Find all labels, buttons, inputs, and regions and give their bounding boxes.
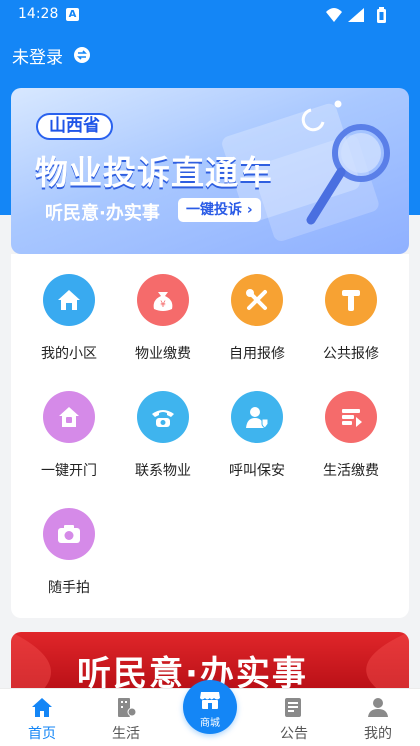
document-tab-icon (285, 698, 301, 717)
menu-item-snapshot[interactable]: 随手拍 (22, 508, 116, 600)
bill-pay-icon (325, 391, 377, 443)
status-time: 14:28 (18, 6, 59, 22)
cellular-signal-icon (348, 8, 364, 22)
menu-item-self-repair[interactable]: 自用报修 (210, 274, 304, 366)
menu-label: 我的小区 (41, 346, 97, 362)
one-click-complaint-button[interactable]: 一键投诉 › (178, 198, 261, 222)
battery-icon (377, 7, 386, 23)
tools-icon (231, 274, 283, 326)
swap-icon (74, 46, 91, 63)
menu-item-call-security[interactable]: 呼叫保安 (210, 391, 304, 483)
login-switch[interactable]: 未登录 (12, 43, 91, 68)
telephone-icon (137, 391, 189, 443)
tab-mine[interactable]: 我的 (336, 689, 420, 746)
menu-label: 随手拍 (48, 580, 90, 596)
security-guard-icon (231, 391, 283, 443)
user-tab-icon (368, 698, 388, 717)
menu-label: 一键开门 (41, 463, 97, 479)
menu-label: 联系物业 (135, 463, 191, 479)
wifi-icon (326, 8, 342, 22)
province-tag: 山西省 (36, 113, 113, 140)
menu-item-contact-property[interactable]: 联系物业 (116, 391, 210, 483)
svg-text:¥: ¥ (160, 300, 166, 310)
notification-a-icon: A (66, 8, 79, 21)
complaint-banner[interactable]: 山西省 物业投诉直通车 听民意·办实事 一键投诉 › (11, 88, 409, 254)
menu-item-open-door[interactable]: 一键开门 (22, 391, 116, 483)
login-status-label: 未登录 (12, 48, 63, 68)
menu-label: 公共报修 (323, 346, 379, 362)
tab-mall[interactable]: 商城 (183, 680, 237, 734)
service-menu: 我的小区 ¥ 物业缴费 自用报修 公共报修 一键开门 联系物业 呼叫保安 生活缴… (11, 254, 409, 618)
door-unlock-icon (43, 391, 95, 443)
building-tab-icon (118, 698, 137, 717)
menu-label: 呼叫保安 (229, 463, 285, 479)
banner-subtitle: 听民意·办实事 (45, 203, 160, 224)
menu-item-public-repair[interactable]: 公共报修 (304, 274, 398, 366)
money-bag-icon: ¥ (137, 274, 189, 326)
home-tab-icon (32, 698, 52, 717)
menu-item-utility-payment[interactable]: 生活缴费 (304, 391, 398, 483)
store-icon (200, 692, 220, 709)
tab-label: 生活 (112, 726, 140, 742)
tab-life[interactable]: 生活 (84, 689, 168, 746)
menu-label: 自用报修 (229, 346, 285, 362)
tab-notice[interactable]: 公告 (252, 689, 336, 746)
tab-label: 我的 (364, 726, 392, 742)
tab-home[interactable]: 首页 (0, 689, 84, 746)
menu-item-property-fee[interactable]: ¥ 物业缴费 (116, 274, 210, 366)
status-bar: 14:28 A (0, 0, 420, 30)
camera-icon (43, 508, 95, 560)
home-icon (43, 274, 95, 326)
hammer-icon (325, 274, 377, 326)
banner-title: 物业投诉直通车 (35, 153, 273, 192)
tab-label: 首页 (28, 726, 56, 742)
tab-label: 商城 (200, 718, 220, 729)
menu-item-my-community[interactable]: 我的小区 (22, 274, 116, 366)
system-status-icons (326, 7, 386, 23)
menu-label: 生活缴费 (323, 463, 379, 479)
menu-label: 物业缴费 (135, 346, 191, 362)
tab-label: 公告 (280, 726, 308, 742)
